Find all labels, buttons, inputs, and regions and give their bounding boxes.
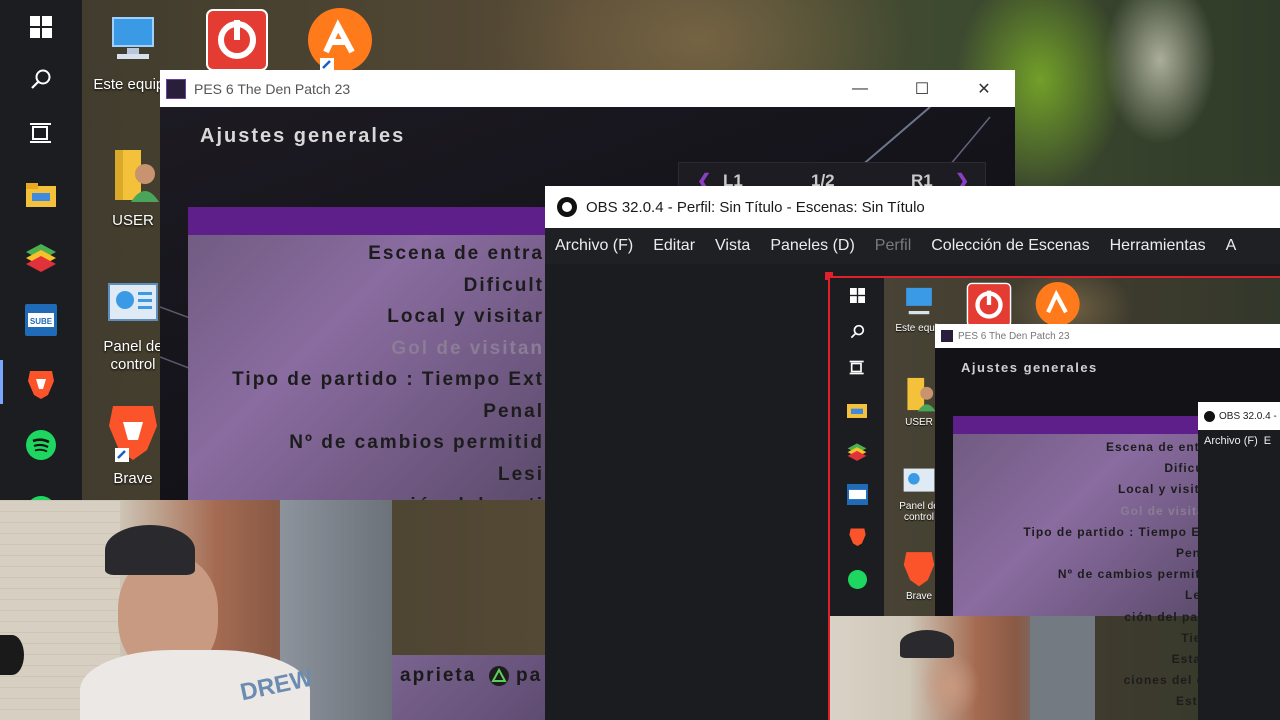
pes-titlebar[interactable]: PES 6 The Den Patch 23 — ☐ ✕ [160, 70, 1015, 107]
pes-setting-row[interactable]: Dificult [464, 275, 544, 297]
task-view-icon[interactable] [0, 110, 82, 156]
preview-spotify-icon [830, 570, 884, 589]
preview-pes-panel-header [953, 416, 1215, 434]
preview-pes-setting-row: Nº de cambios permitid [1057, 567, 1213, 582]
pes-panel-header [188, 207, 548, 235]
pes-setting-row[interactable]: Escena de entra [368, 243, 544, 265]
pes-setting-row[interactable]: Local y visitar [387, 306, 544, 328]
menu-perfil[interactable]: Perfil [865, 237, 921, 255]
power-app-icon [206, 9, 268, 71]
preview-search-icon [830, 324, 884, 339]
pes-setting-row[interactable]: Nº de cambios permitid [289, 432, 544, 454]
menu-ayuda[interactable]: A [1216, 237, 1247, 255]
preview-pes-heading: Ajustes generales [961, 360, 1098, 375]
control-panel-icon [108, 283, 158, 321]
menu-coleccion-escenas[interactable]: Colección de Escenas [921, 237, 1099, 255]
preview-obs-menu: Archivo (F) E [1198, 430, 1280, 452]
menu-archivo[interactable]: Archivo (F) [545, 237, 643, 255]
brave-icon [109, 406, 157, 462]
preview-obs-menu-editar: E [1263, 435, 1272, 447]
close-button[interactable]: ✕ [953, 70, 1015, 107]
obs-titlebar[interactable]: OBS 32.0.4 - Perfil: Sin Título - Escena… [545, 186, 1280, 228]
desktop-icon-power-app[interactable] [192, 8, 282, 76]
file-explorer-icon[interactable] [0, 172, 82, 218]
pes-settings-panel: Escena de entra Dificult Local y visitar Go… [188, 207, 548, 500]
taskbar: SUBE [0, 0, 82, 514]
pes-setting-row[interactable]: Tipo de partido : Tiempo Ext [232, 369, 544, 391]
preview-obs-title-text: OBS 32.0.4 - [1219, 410, 1277, 422]
windows-start-icon[interactable] [0, 4, 82, 50]
preview-pes-setting-row: Escena de entra [1105, 440, 1213, 454]
triangle-button-icon [489, 666, 509, 686]
pes-app-icon [166, 78, 186, 99]
spotify-icon[interactable] [0, 422, 82, 468]
pes-setting-row[interactable]: Penal [483, 401, 544, 423]
pes-setting-row[interactable]: Lesi [498, 464, 544, 486]
minimize-button[interactable]: — [829, 70, 891, 107]
person-cap [105, 525, 195, 575]
preview-obs-logo-icon [1204, 410, 1215, 422]
shirt-print-text: DREW [237, 664, 316, 707]
preview-webcam [830, 616, 1095, 720]
webcam-overlay: DREW [0, 500, 392, 720]
menu-herramientas[interactable]: Herramientas [1100, 237, 1216, 255]
avast-icon [308, 8, 372, 72]
pes-setting-row[interactable]: Gol de visitan [391, 338, 544, 360]
preview-obs-menu-archivo: Archivo (F) [1204, 435, 1258, 447]
preview-person-cap [900, 630, 954, 658]
preview-sube-icon [830, 484, 884, 505]
preview-pes-app-icon [941, 330, 953, 342]
obs-preview-canvas[interactable]: Este equip USER Panel de control Brave P… [828, 276, 1280, 720]
obs-window-title: OBS 32.0.4 - Perfil: Sin Título - Escena… [586, 198, 925, 216]
pes-window-title: PES 6 The Den Patch 23 [194, 80, 351, 97]
menu-paneles[interactable]: Paneles (D) [760, 237, 864, 255]
search-icon[interactable] [0, 56, 82, 102]
preview-pes-title: PES 6 The Den Patch 23 [935, 324, 1280, 348]
svg-text:SUBE: SUBE [30, 317, 53, 326]
bluestacks-icon[interactable] [0, 234, 82, 280]
obs-logo-icon [557, 197, 577, 217]
preview-appliance [1030, 616, 1095, 720]
preview-bluestacks-icon [830, 442, 884, 461]
person-shirt: DREW [80, 650, 315, 720]
obs-menubar: Archivo (F) Editar Vista Paneles (D) Per… [545, 228, 1280, 264]
preview-task-view-icon [830, 360, 884, 375]
pes-footer-text-end: pa [516, 665, 543, 686]
user-folder-icon [115, 150, 159, 202]
brave-icon[interactable] [0, 360, 82, 406]
preview-taskbar [830, 278, 884, 616]
preview-obs-title: OBS 32.0.4 - [1198, 402, 1280, 430]
headphone-object [0, 635, 24, 675]
desktop-icon-avast[interactable] [294, 8, 384, 76]
pes-footer-area: aprieta pa [392, 655, 545, 720]
pes-heading: Ajustes generales [200, 125, 406, 147]
preview-file-explorer-icon [830, 402, 884, 418]
pes-footer-text: aprieta [400, 665, 477, 686]
sube-icon[interactable]: SUBE [0, 297, 82, 343]
preview-windows-icon [830, 288, 884, 303]
preview-pes-panel: Escena de entra Dificult Local y visitar Go… [953, 416, 1215, 708]
preview-pes-title-text: PES 6 The Den Patch 23 [958, 330, 1070, 342]
menu-editar[interactable]: Editar [643, 237, 705, 255]
preview-pes-setting-row: Tipo de partido : Tiempo Ext [1023, 524, 1213, 539]
preview-brave-icon [830, 526, 884, 546]
menu-vista[interactable]: Vista [705, 237, 760, 255]
preview-obs-window: OBS 32.0.4 - Archivo (F) E [1198, 402, 1280, 720]
computer-icon [112, 17, 154, 59]
maximize-button[interactable]: ☐ [891, 70, 953, 107]
pes-setting-row[interactable]: ción del parti [398, 495, 544, 500]
